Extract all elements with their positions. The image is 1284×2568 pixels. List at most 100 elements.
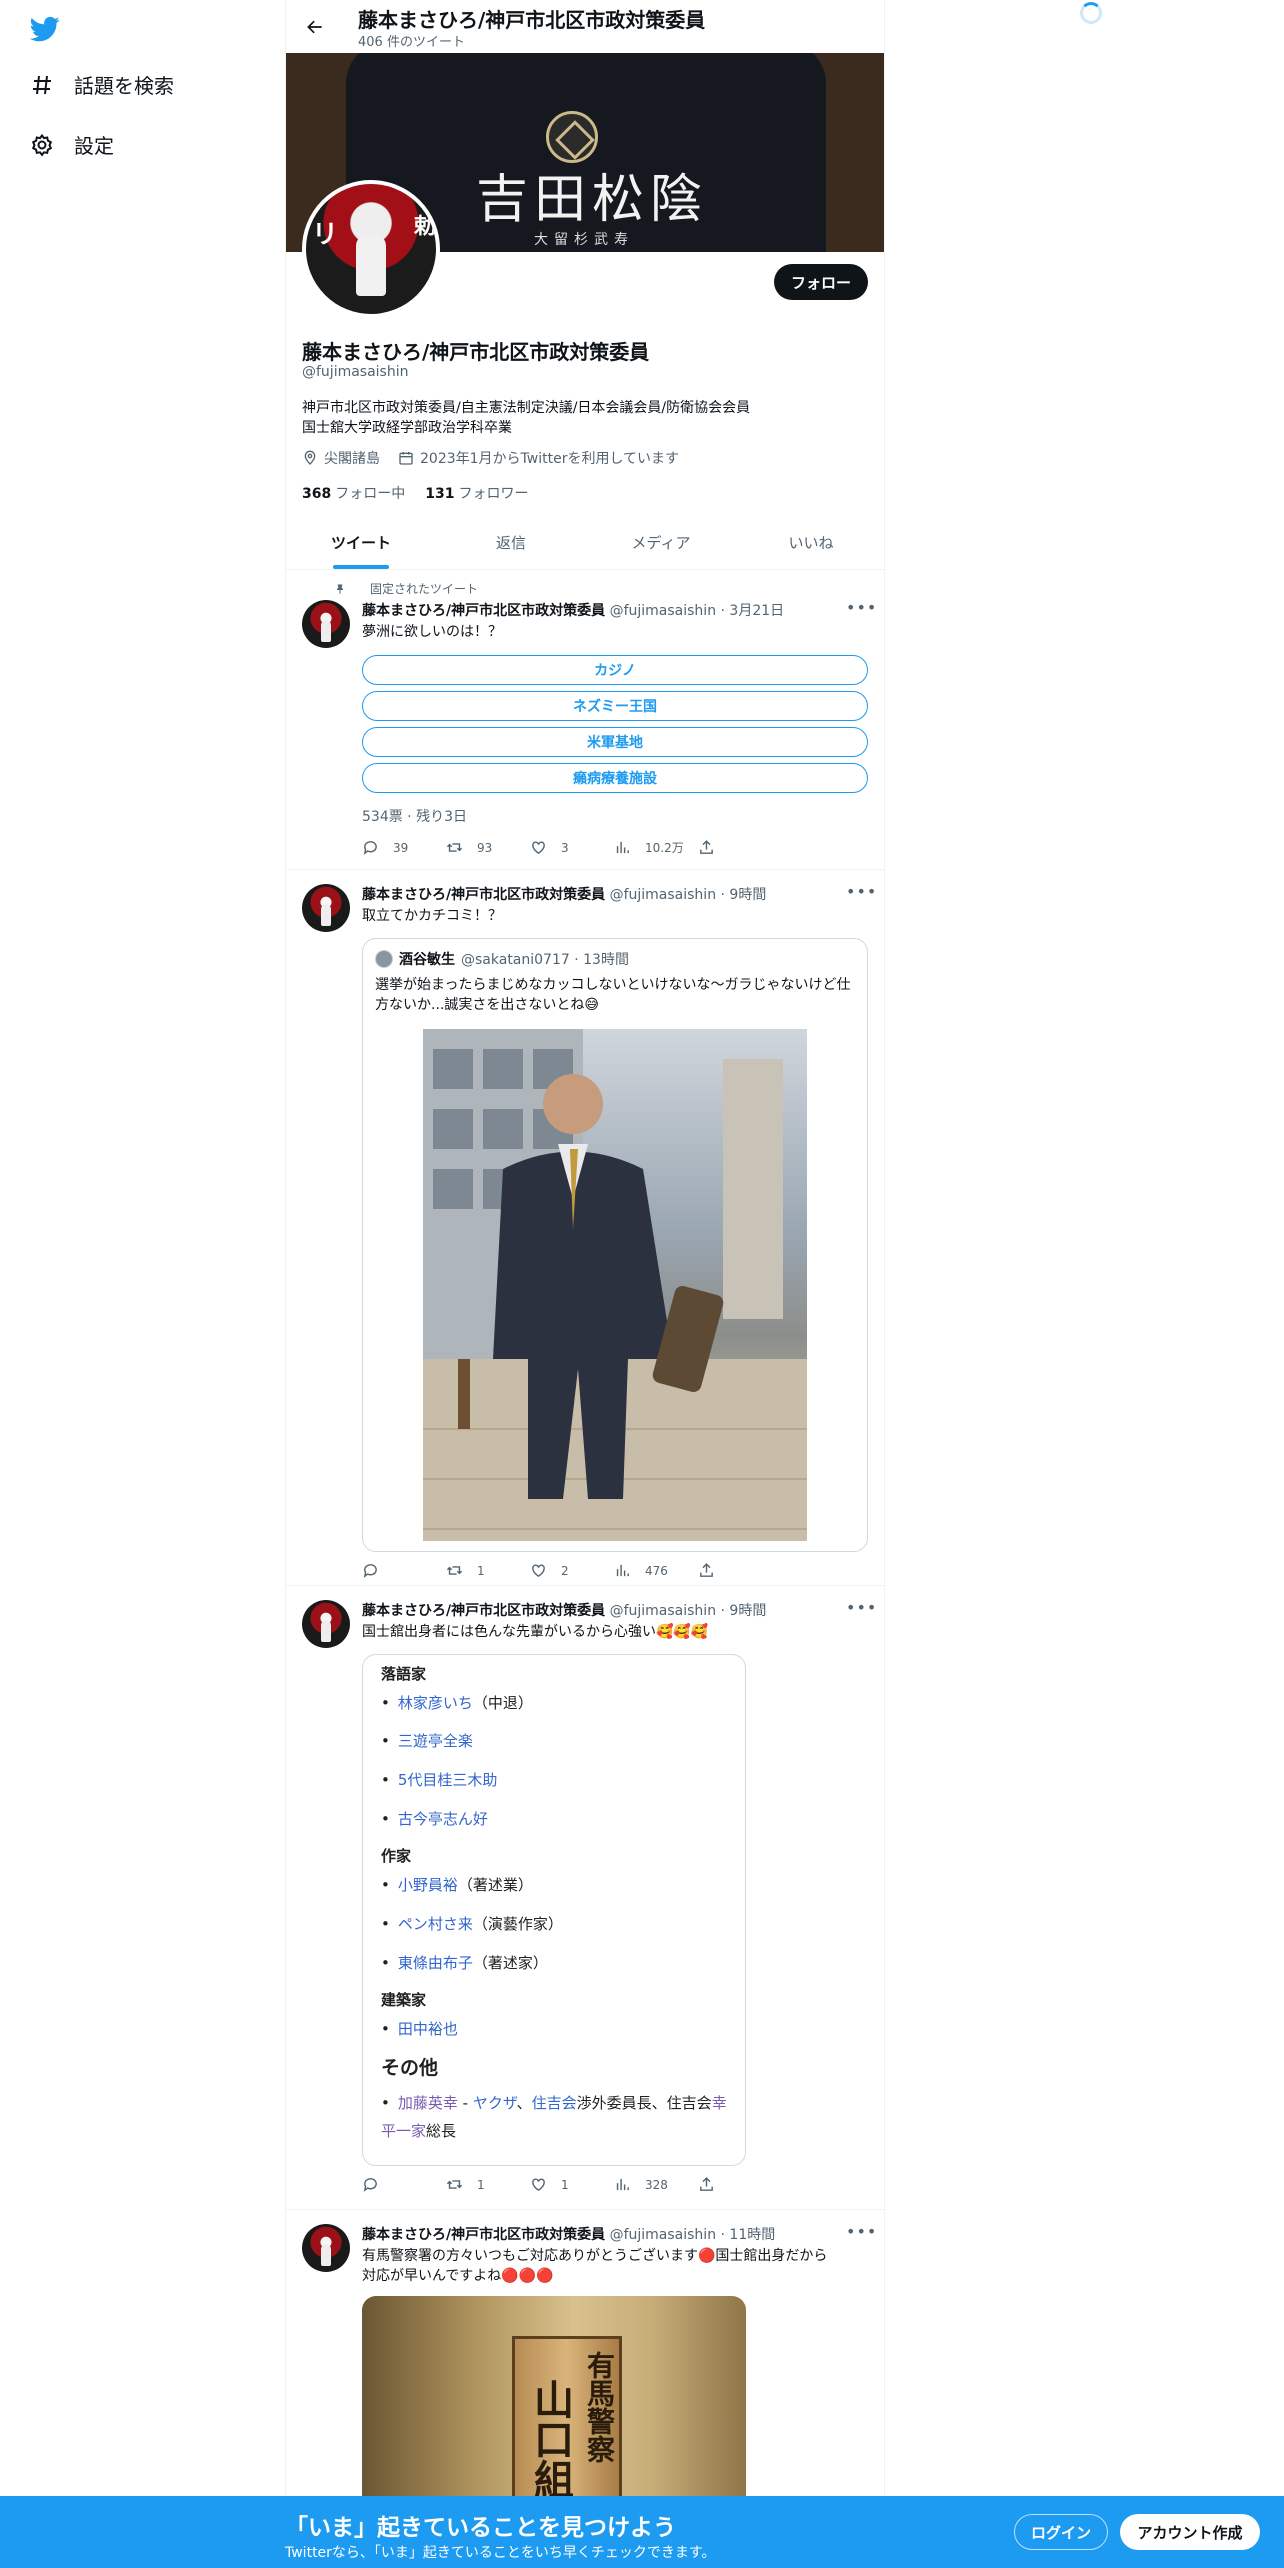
tweet-header: 藤本まさひろ/神戸市北区市政対策委員 @fujimasaishin · 9時間 [362, 1600, 766, 1620]
tab-replies[interactable]: 返信 [436, 516, 586, 569]
twitter-logo-icon[interactable] [28, 14, 62, 44]
like-count: 3 [561, 840, 569, 855]
like-button[interactable]: 2 [530, 1562, 614, 1579]
login-button[interactable]: ログイン [1014, 2514, 1108, 2550]
quoted-tweet[interactable]: 酒谷敏生 @sakatani0717 · 13時間 選挙が始まったらまじめなカッ… [362, 938, 868, 1552]
followers-count: 131 [425, 486, 455, 502]
back-arrow-icon[interactable] [300, 12, 330, 42]
retweet-icon [446, 2180, 463, 2189]
list-note: （中退） [472, 1694, 533, 1712]
more-options-icon[interactable]: ••• [846, 1598, 877, 1617]
author-handle-time: @fujimasaishin · 11時間 [609, 2227, 776, 2243]
tweet-list-card[interactable]: 藤本まさひろ/神戸市北区市政対策委員 @fujimasaishin · 9時間 … [286, 1586, 884, 2210]
profile-tabs: ツイート 返信 メディア いいね [286, 516, 884, 570]
following-count: 368 [302, 486, 332, 502]
avatar[interactable] [302, 2224, 350, 2272]
views-button[interactable]: 476 [614, 1562, 698, 1579]
nav-explore[interactable]: 話題を検索 [28, 70, 174, 99]
create-account-button[interactable]: アカウント作成 [1120, 2514, 1260, 2550]
list-item: 小野員裕（著述業） [381, 1871, 731, 1899]
list-note: （演藝作家） [472, 1915, 563, 1933]
retweet-button[interactable]: 1 [446, 2176, 530, 2193]
share-button[interactable] [698, 2176, 782, 2193]
avatar[interactable] [302, 884, 350, 932]
profile-avatar[interactable]: リ 勅 [302, 180, 440, 318]
followers-link[interactable]: 131 フォロワー [425, 483, 528, 503]
like-button[interactable]: 1 [530, 2176, 614, 2193]
follow-button[interactable]: フォロー [774, 264, 868, 300]
list-text: 総長 [426, 2122, 457, 2140]
views-chart-icon [616, 1564, 629, 1577]
banner-text: 吉田松陰 [476, 170, 709, 230]
views-button[interactable]: 10.2万 [614, 839, 698, 856]
reply-button[interactable] [362, 2176, 446, 2193]
share-button[interactable] [698, 1562, 782, 1579]
wiki-list-image[interactable]: 落語家 林家彦いち（中退） 三遊亭全楽 5代目桂三木助 古今亭志ん好 作家 小野… [362, 1654, 746, 2166]
like-count: 2 [561, 1563, 569, 1578]
more-options-icon[interactable]: ••• [846, 598, 877, 617]
nav-settings[interactable]: 設定 [28, 130, 114, 159]
nav-explore-label: 話題を検索 [74, 74, 174, 98]
bio-line: 神戸市北区市政対策委員/自主憲法制定決議/日本会議会員/防衛協会会員 [302, 400, 751, 416]
poll-option[interactable]: ネズミー王国 [362, 691, 868, 721]
location: 尖閣諸島 [302, 448, 380, 468]
author-handle-time: @fujimasaishin · 9時間 [609, 1603, 767, 1619]
list-item: 田中裕也 [381, 2015, 731, 2043]
like-button[interactable]: 3 [530, 839, 614, 856]
avatar-art-right: 勅 [410, 214, 435, 236]
tab-likes[interactable]: いいね [736, 516, 884, 569]
profile-name: 藤本まさひろ/神戸市北区市政対策委員 [302, 340, 650, 364]
share-button[interactable] [698, 839, 782, 856]
tweet-actions: 39 93 3 10.2万 [362, 839, 782, 856]
avatar[interactable] [302, 600, 350, 648]
retweet-button[interactable]: 1 [446, 1562, 530, 1579]
tweet-quote[interactable]: 藤本まさひろ/神戸市北区市政対策委員 @fujimasaishin · 9時間 … [286, 870, 884, 1586]
tweet-text: 有馬警察署の方々いつもご対応ありがとうございます🔴国士館出身だから 対応が早いん… [362, 2246, 872, 2286]
retweet-button[interactable]: 93 [446, 839, 530, 856]
tweet-text: 国士舘出身者には色んな先輩がいるから心強い🥰🥰🥰 [362, 1624, 709, 1640]
more-options-icon[interactable]: ••• [846, 2222, 877, 2241]
poll-meta: 534票 · 残り3日 [362, 809, 467, 825]
list-note: （著述業） [457, 1876, 533, 1894]
section-heading: その他 [381, 2057, 439, 2079]
wiki-link: 加藤英幸 [397, 2094, 458, 2112]
list-text: 、 [516, 2094, 532, 2112]
sign-text-small: 有馬警察 [583, 2351, 616, 2463]
signup-subtitle: Twitterなら、「いま」起きていることをいち早くチェックできます。 [285, 2545, 716, 2561]
quote-photo[interactable] [423, 1029, 807, 1541]
reply-button[interactable]: 39 [362, 839, 446, 856]
author-name[interactable]: 藤本まさひろ/神戸市北区市政対策委員 [362, 1603, 605, 1619]
following-link[interactable]: 368 フォロー中 [302, 483, 405, 503]
views-count: 476 [645, 1563, 668, 1578]
retweet-count: 1 [477, 2177, 485, 2192]
retweet-count: 1 [477, 1563, 485, 1578]
poll-option[interactable]: 米軍基地 [362, 727, 868, 757]
tweet-text: 取立てかカチコミ！？ [362, 908, 502, 924]
heart-icon [532, 1564, 545, 1578]
author-name[interactable]: 藤本まさひろ/神戸市北区市政対策委員 [362, 2227, 605, 2243]
section-heading: 建築家 [381, 1991, 427, 2009]
location-text: 尖閣諸島 [324, 451, 380, 467]
sign-text-large: 山口組 [527, 2379, 574, 2499]
views-button[interactable]: 328 [614, 2176, 698, 2193]
tweet-pinned-poll[interactable]: 固定されたツイート 藤本まさひろ/神戸市北区市政対策委員 @fujimasais… [286, 570, 884, 870]
retweet-count: 93 [477, 840, 493, 855]
tab-tweets[interactable]: ツイート [286, 516, 436, 569]
signup-banner: 「いま」起きていることを見つけよう Twitterなら、「いま」起きていることを… [0, 2496, 1284, 2568]
avatar[interactable] [302, 1600, 350, 1648]
wiki-link: 林家彦いち [397, 1694, 473, 1712]
quote-avatar [375, 950, 393, 968]
tweet-text-line: 有馬警察署の方々いつもご対応ありがとうございます🔴国士館出身だから [362, 2248, 828, 2264]
tab-media[interactable]: メディア [586, 516, 736, 569]
author-name[interactable]: 藤本まさひろ/神戸市北区市政対策委員 [362, 603, 605, 619]
nav-settings-label: 設定 [74, 134, 114, 158]
retweet-icon [446, 843, 463, 852]
poll-option[interactable]: カジノ [362, 655, 868, 685]
author-handle-time: @fujimasaishin · 9時間 [609, 887, 767, 903]
poll-option[interactable]: 癩病療養施設 [362, 763, 868, 793]
reply-icon [363, 2178, 377, 2192]
reply-button[interactable] [362, 1562, 446, 1579]
more-options-icon[interactable]: ••• [846, 882, 877, 901]
author-name[interactable]: 藤本まさひろ/神戸市北区市政対策委員 [362, 887, 605, 903]
tweet-count: 406 件のツイート [358, 35, 465, 50]
